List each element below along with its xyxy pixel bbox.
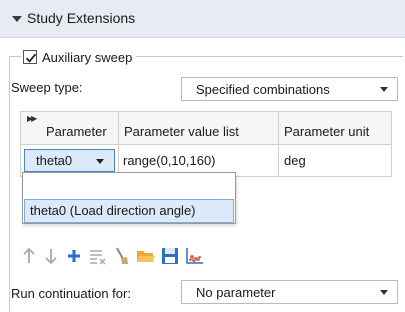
fast-forward-icon[interactable]: ▶▶ bbox=[27, 114, 37, 123]
chevron-down-icon bbox=[96, 159, 104, 164]
section-title: Study Extensions bbox=[27, 10, 136, 26]
clear-icon[interactable] bbox=[111, 245, 133, 267]
dropdown-option-theta0[interactable]: theta0 (Load direction angle) bbox=[24, 199, 234, 223]
parameter-combobox[interactable]: theta0 bbox=[24, 149, 115, 172]
parameter-table: ▶▶ Parameter Parameter value list Parame… bbox=[20, 111, 392, 177]
chevron-down-icon bbox=[380, 290, 388, 295]
checkmark-icon bbox=[25, 53, 37, 63]
auxiliary-sweep-label: Auxiliary sweep bbox=[42, 49, 133, 65]
plot-icon[interactable] bbox=[183, 245, 205, 267]
move-up-icon[interactable] bbox=[18, 245, 40, 267]
run-continuation-select[interactable]: No parameter bbox=[181, 280, 398, 304]
unit-cell[interactable]: deg bbox=[284, 145, 306, 176]
save-icon[interactable] bbox=[159, 245, 181, 267]
parameter-dropdown-list: theta0 (Load direction angle) bbox=[22, 172, 236, 224]
chevron-down-icon bbox=[380, 87, 388, 92]
move-down-icon[interactable] bbox=[40, 245, 62, 267]
run-continuation-label: Run continuation for: bbox=[11, 286, 131, 301]
add-icon[interactable] bbox=[63, 245, 85, 267]
delete-list-icon[interactable] bbox=[87, 245, 109, 267]
auxiliary-sweep-checkbox[interactable] bbox=[23, 50, 37, 64]
column-header-unit[interactable]: Parameter unit bbox=[284, 112, 369, 145]
parameter-value: theta0 bbox=[36, 153, 73, 168]
sweep-type-label: Sweep type: bbox=[11, 80, 83, 95]
study-extensions-header[interactable]: Study Extensions bbox=[0, 0, 405, 38]
collapse-triangle-icon[interactable] bbox=[12, 16, 22, 22]
sweep-type-select[interactable]: Specified combinations bbox=[181, 77, 398, 101]
column-header-value-list[interactable]: Parameter value list bbox=[124, 112, 239, 145]
open-folder-icon[interactable] bbox=[135, 245, 157, 267]
column-header-parameter[interactable]: Parameter bbox=[46, 112, 107, 145]
auxiliary-sweep-toggle[interactable]: Auxiliary sweep bbox=[21, 48, 137, 66]
run-continuation-value: No parameter bbox=[196, 284, 276, 300]
dropdown-option-empty[interactable] bbox=[23, 173, 235, 198]
sweep-type-value: Specified combinations bbox=[196, 81, 330, 97]
